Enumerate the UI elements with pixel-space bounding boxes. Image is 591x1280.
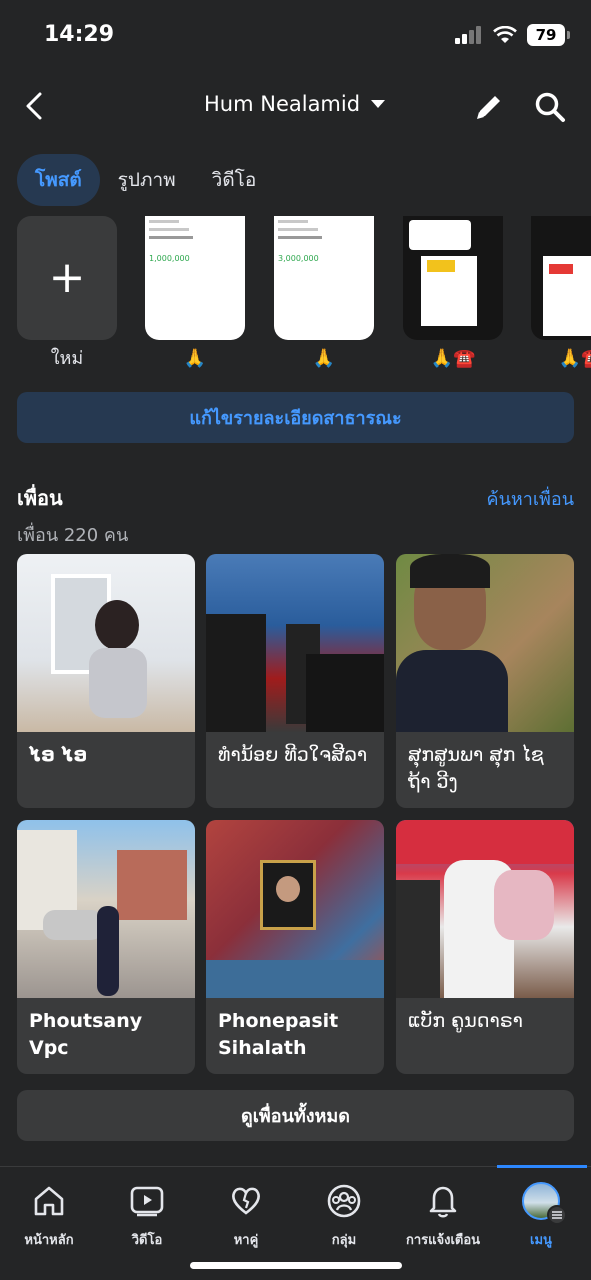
search-icon <box>535 92 565 122</box>
search-button[interactable] <box>533 90 567 124</box>
nav-label: การแจ้งเตือน <box>405 1233 481 1248</box>
friend-photo <box>396 554 574 732</box>
nav-dating[interactable]: หาคู่ <box>197 1181 295 1250</box>
friends-count: เพื่อน 220 คน <box>17 525 129 546</box>
nav-menu[interactable]: เมนู <box>492 1181 590 1250</box>
friend-name: ທຳນ້ອຍ ທີວໃຈສີລາ <box>218 744 368 766</box>
profile-switcher[interactable]: Hum Nealamid <box>204 92 386 116</box>
photo-item[interactable]: 🙏☎️ <box>403 216 503 372</box>
nav-label: วิดีโอ <box>131 1233 163 1248</box>
photo-caption: 🙏 <box>183 348 207 369</box>
nav-label: เมนู <box>530 1233 552 1248</box>
friend-photo <box>396 820 574 998</box>
photo-caption: 🙏☎️ <box>558 348 591 369</box>
friend-card[interactable]: ແບັກ ຄູນດາຣາ <box>396 820 574 1074</box>
back-arrow-icon <box>26 92 42 120</box>
friend-name: ແບັກ ຄູນດາຣາ <box>408 1010 523 1032</box>
video-icon <box>127 1181 167 1221</box>
tab-photos[interactable]: รูปภาพ <box>100 154 194 206</box>
friend-name: ສຸກສູນພາ ສຸກ ໄຊຖ້າ ວີງ <box>408 744 544 793</box>
photo-item[interactable]: 1,000,000 🙏 <box>145 216 245 372</box>
home-indicator <box>190 1262 402 1269</box>
photo-thumb[interactable]: 3,000,000 <box>274 216 374 340</box>
home-icon <box>29 1181 69 1221</box>
status-icons: 79 <box>455 24 570 46</box>
photo-caption: ใหม่ <box>50 348 84 369</box>
friend-photo <box>17 554 195 732</box>
status-time: 14:29 <box>44 22 115 47</box>
find-friends-link[interactable]: ค้นหาเพื่อน <box>487 484 574 513</box>
photo-item[interactable]: 3,000,000 🙏 <box>274 216 374 372</box>
photo-thumb[interactable] <box>531 216 591 340</box>
plus-icon: + <box>48 252 86 303</box>
nav-label: หน้าหลัก <box>24 1233 74 1248</box>
friend-name: ໄອ ໄອ <box>29 744 88 766</box>
profile-tabs: โพสต์ รูปภาพ วิดีโอ <box>17 154 274 206</box>
photo-thumb[interactable]: 1,000,000 <box>145 216 245 340</box>
nav-home[interactable]: หน้าหลัก <box>0 1181 98 1250</box>
edit-button[interactable] <box>472 90 506 124</box>
wifi-icon <box>493 26 517 43</box>
nav-notifications[interactable]: การแจ้งเตือน <box>394 1181 492 1250</box>
battery-indicator: 79 <box>527 24 570 46</box>
friend-card[interactable]: Phonepasit Sihalath <box>206 820 384 1074</box>
tab-videos[interactable]: วิดีโอ <box>194 154 275 206</box>
see-all-friends-button[interactable]: ดูเพื่อนทั้งหมด <box>17 1090 574 1141</box>
friend-photo <box>206 554 384 732</box>
friends-section-header: เพื่อน เพื่อน 220 คน ค้นหาเพื่อน <box>17 482 574 549</box>
new-photo-thumb[interactable]: + <box>17 216 117 340</box>
back-button[interactable] <box>18 88 54 124</box>
nav-groups[interactable]: กลุ่ม <box>295 1181 393 1250</box>
photo-amount: 1,000,000 <box>149 254 190 263</box>
friend-name: Phoutsany Vpc <box>29 1010 143 1059</box>
photo-thumb[interactable] <box>403 216 503 340</box>
page-title: Hum Nealamid <box>204 92 361 116</box>
photos-row: + ใหม่ 1,000,000 🙏 3,000,000 🙏 🙏☎️ 🙏☎️ <box>17 216 591 376</box>
photo-caption: 🙏☎️ <box>430 348 476 369</box>
tab-posts[interactable]: โพสต์ <box>17 154 100 206</box>
edit-public-details-button[interactable]: แก้ไขรายละเอียดสาธารณะ <box>17 392 574 443</box>
pencil-icon <box>477 96 500 119</box>
groups-icon <box>324 1181 364 1221</box>
friend-card[interactable]: ທຳນ້ອຍ ທີວໃຈສີລາ <box>206 554 384 808</box>
status-bar: 14:29 79 <box>0 0 591 70</box>
active-tab-indicator <box>497 1165 587 1168</box>
signal-icon <box>455 26 481 44</box>
friend-name: Phonepasit Sihalath <box>218 1010 339 1059</box>
menu-avatar-icon <box>521 1181 567 1225</box>
friend-card[interactable]: ໄອ ໄອ <box>17 554 195 808</box>
dating-heart-icon <box>226 1181 266 1221</box>
caret-down-icon <box>371 100 386 108</box>
friend-photo <box>206 820 384 998</box>
nav-video[interactable]: วิดีโอ <box>98 1181 196 1250</box>
photo-caption: 🙏 <box>312 348 336 369</box>
photo-item[interactable]: 🙏☎️ <box>531 216 591 372</box>
top-nav: Hum Nealamid <box>0 80 591 132</box>
friend-photo <box>17 820 195 998</box>
bell-icon <box>423 1181 463 1221</box>
friend-card[interactable]: Phoutsany Vpc <box>17 820 195 1074</box>
friend-card[interactable]: ສຸກສູນພາ ສຸກ ໄຊຖ້າ ວີງ <box>396 554 574 808</box>
nav-label: หาคู่ <box>233 1233 259 1248</box>
nav-label: กลุ่ม <box>331 1233 357 1248</box>
photo-amount: 3,000,000 <box>278 254 319 263</box>
new-photo-item[interactable]: + ใหม่ <box>17 216 117 372</box>
